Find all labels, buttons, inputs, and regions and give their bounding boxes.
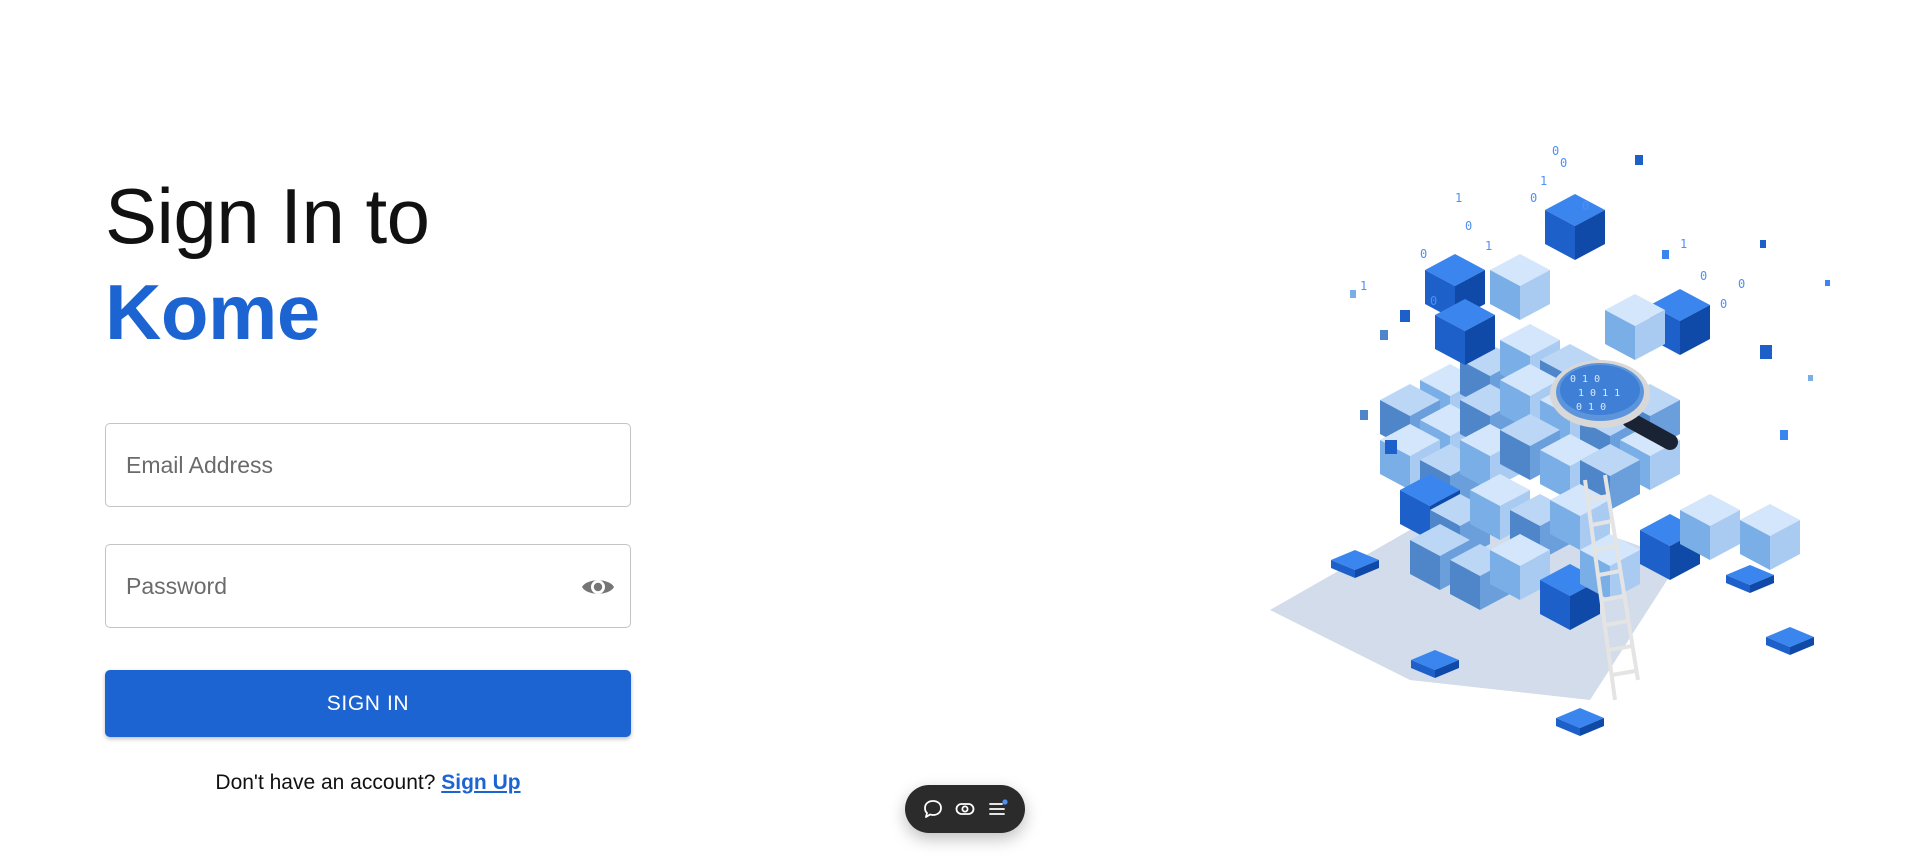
visibility-icon[interactable] (952, 796, 978, 822)
notification-dot (1001, 799, 1008, 805)
svg-text:0: 0 (1430, 294, 1437, 308)
svg-text:1 0 1 1: 1 0 1 1 (1578, 388, 1620, 399)
page-title: Sign In to Kome (105, 168, 631, 360)
sign-in-form: Sign In to Kome SIGN IN Don't have an ac… (105, 168, 631, 795)
eye-icon[interactable] (580, 570, 616, 604)
sign-in-page: Sign In to Kome SIGN IN Don't have an ac… (0, 0, 1919, 868)
svg-text:0: 0 (1552, 144, 1559, 158)
title-prefix: Sign In to (105, 172, 430, 260)
password-field-container (105, 544, 631, 628)
svg-text:1: 1 (1455, 191, 1462, 205)
svg-text:0 1 0: 0 1 0 (1570, 374, 1600, 385)
svg-text:1: 1 (1540, 174, 1547, 188)
sign-in-button[interactable]: SIGN IN (105, 670, 631, 737)
floating-toolbar (905, 785, 1025, 833)
svg-text:0: 0 (1738, 277, 1745, 291)
svg-text:1: 1 (1680, 237, 1687, 251)
svg-text:0: 0 (1700, 269, 1707, 283)
data-cubes-illustration: 0 0 1 0 0 1 0 1 0 0 1 1 0 0 0 0 1 0 1 0 … (1270, 144, 1830, 736)
svg-text:0: 0 (1560, 156, 1567, 170)
svg-text:0 1 0: 0 1 0 (1576, 402, 1606, 413)
sign-up-link[interactable]: Sign Up (441, 771, 520, 794)
svg-text:0: 0 (1720, 297, 1727, 311)
email-field[interactable] (106, 424, 630, 506)
password-field[interactable] (106, 545, 630, 627)
svg-text:0: 0 (1582, 199, 1589, 213)
menu-icon[interactable] (985, 796, 1011, 822)
svg-text:1: 1 (1485, 239, 1492, 253)
signup-prompt-text: Don't have an account? (215, 771, 442, 794)
email-field-container (105, 423, 631, 507)
svg-text:0: 0 (1530, 191, 1537, 205)
brand-name: Kome (105, 268, 320, 356)
svg-text:0: 0 (1465, 219, 1472, 233)
signup-prompt: Don't have an account? Sign Up (105, 771, 631, 795)
svg-text:0: 0 (1420, 247, 1427, 261)
svg-text:1: 1 (1360, 279, 1367, 293)
comment-icon[interactable] (920, 796, 946, 822)
